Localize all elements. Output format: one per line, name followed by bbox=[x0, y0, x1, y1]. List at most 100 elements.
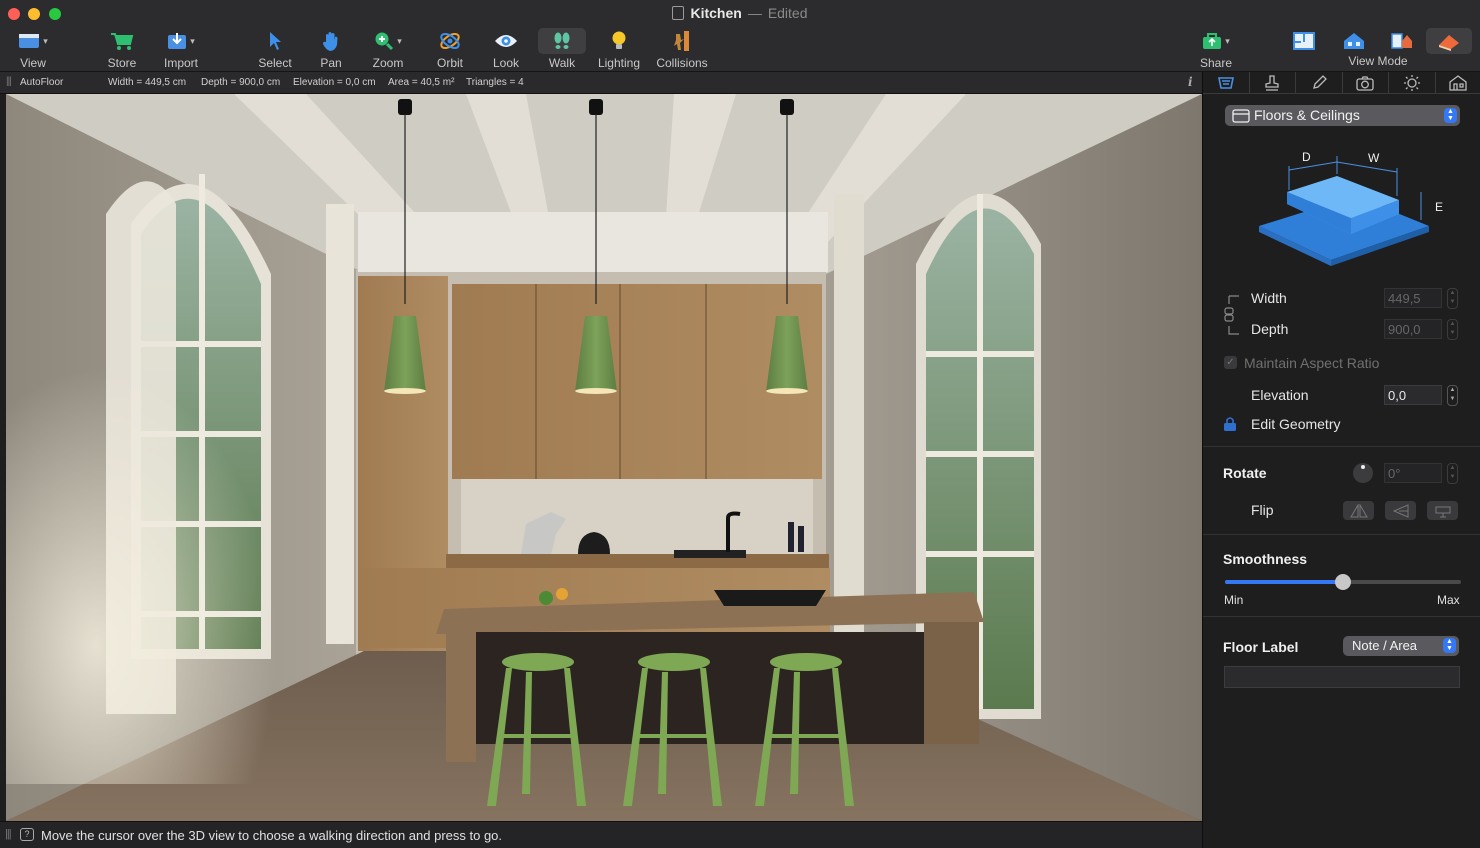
lighting-button[interactable]: Lighting bbox=[596, 28, 642, 70]
left-pillar bbox=[326, 204, 354, 644]
camera-icon bbox=[1356, 75, 1374, 91]
flip-vertical-button[interactable] bbox=[1385, 501, 1416, 520]
divider bbox=[1203, 534, 1480, 535]
depth-label: Depth bbox=[1251, 321, 1289, 337]
smoothness-slider-knob[interactable] bbox=[1335, 574, 1351, 590]
elevation-stepper[interactable]: ▲ ▼ bbox=[1447, 385, 1458, 406]
3d-view[interactable] bbox=[6, 94, 1202, 821]
depth-readout: Depth = 900,0 cm bbox=[201, 77, 281, 88]
kitchen-3d-render[interactable] bbox=[6, 94, 1202, 821]
smoothness-slider-fill bbox=[1225, 580, 1343, 584]
view-mode-elevation-button[interactable] bbox=[1426, 28, 1472, 54]
aspect-ratio-checkbox[interactable]: ✓ bbox=[1224, 356, 1237, 369]
info-icon[interactable]: i bbox=[1188, 75, 1193, 89]
import-button[interactable]: ▾ Import bbox=[158, 28, 204, 70]
tab-lighting[interactable] bbox=[1389, 72, 1436, 93]
flip-horizontal-icon bbox=[1349, 503, 1368, 517]
area-readout: Area = 40,5 m² bbox=[388, 77, 455, 88]
tab-style[interactable] bbox=[1250, 72, 1296, 93]
sunlight-patch bbox=[6, 324, 306, 784]
elevation-label: Elevation bbox=[1251, 387, 1309, 403]
zoom-tool-button[interactable]: ▾ Zoom bbox=[366, 28, 410, 70]
look-tool-button[interactable]: Look bbox=[488, 28, 524, 70]
resize-grip-icon[interactable]: ||| bbox=[5, 828, 12, 840]
object-icon bbox=[1217, 76, 1234, 89]
depth-stepper[interactable]: ▲ ▼ bbox=[1447, 319, 1458, 340]
cooktop bbox=[714, 590, 826, 606]
width-stepper[interactable]: ▲ ▼ bbox=[1447, 288, 1458, 309]
view-mode-2d-button[interactable] bbox=[1288, 28, 1320, 54]
flip-depth-icon bbox=[1435, 506, 1450, 517]
share-button[interactable]: ▾ Share bbox=[1196, 28, 1236, 70]
floor-dimension-diagram: D W E bbox=[1259, 150, 1443, 266]
lightbulb-icon bbox=[596, 28, 642, 54]
divider bbox=[1203, 446, 1480, 447]
pencil-icon bbox=[1312, 74, 1327, 89]
edit-geometry-button[interactable]: Edit Geometry bbox=[1251, 416, 1340, 432]
floor-label-title: Floor Label bbox=[1223, 639, 1299, 655]
flip-horizontal-button[interactable] bbox=[1343, 501, 1374, 520]
width-label: Width bbox=[1251, 290, 1287, 306]
import-icon: ▾ bbox=[158, 28, 204, 54]
object-name: AutoFloor bbox=[20, 77, 64, 88]
tab-camera[interactable] bbox=[1343, 72, 1389, 93]
triangles-readout: Triangles = 4 bbox=[466, 77, 524, 88]
resize-grip-icon[interactable]: ||| bbox=[6, 76, 12, 87]
inspector-panel: Floors & Ceilings ▲ ▼ D W E Width 449,5 ▲… bbox=[1202, 72, 1480, 848]
view-icon: ▾ bbox=[12, 28, 54, 54]
elevation-field[interactable]: 0,0 bbox=[1384, 385, 1442, 405]
floor-label-popup[interactable]: Note / Area ▲ ▼ bbox=[1343, 636, 1459, 656]
view-mode-3d-button[interactable] bbox=[1338, 28, 1370, 54]
view-mode-split-button[interactable] bbox=[1386, 28, 1418, 54]
floor-plan-icon bbox=[1288, 28, 1320, 54]
floor-category-icon bbox=[1232, 109, 1250, 123]
magnifier-plus-icon: ▾ bbox=[366, 28, 410, 54]
back-counter bbox=[446, 554, 829, 568]
split-view-icon bbox=[1386, 28, 1418, 54]
view-mode-label: View Mode bbox=[1348, 54, 1408, 68]
divider bbox=[1203, 616, 1480, 617]
collision-icon bbox=[654, 28, 710, 54]
tab-building[interactable] bbox=[1436, 72, 1480, 93]
hand-icon bbox=[312, 28, 350, 54]
collisions-button[interactable]: Collisions bbox=[654, 28, 710, 70]
width-field[interactable]: 449,5 bbox=[1384, 288, 1442, 308]
backsplash bbox=[461, 479, 813, 559]
orbit-tool-button[interactable]: Orbit bbox=[430, 28, 470, 70]
eye-icon bbox=[488, 28, 524, 54]
rotate-field[interactable]: 0° bbox=[1384, 463, 1442, 483]
flip-label: Flip bbox=[1251, 502, 1274, 518]
inspector-tabs bbox=[1203, 72, 1480, 94]
flip-vertical-icon bbox=[1392, 503, 1408, 518]
right-pillar bbox=[834, 194, 864, 654]
tab-materials[interactable] bbox=[1296, 72, 1343, 93]
slider-max-label: Max bbox=[1437, 593, 1460, 607]
diagram-d-label: D bbox=[1302, 150, 1311, 164]
arrow-cursor-icon bbox=[254, 28, 296, 54]
share-bag-icon: ▾ bbox=[1196, 28, 1236, 54]
building-icon bbox=[1449, 74, 1467, 91]
sun-icon bbox=[1403, 74, 1420, 91]
select-tool-button[interactable]: Select bbox=[254, 28, 296, 70]
diagram-w-label: W bbox=[1368, 151, 1380, 165]
category-popup[interactable]: Floors & Ceilings ▲ ▼ bbox=[1225, 105, 1460, 126]
rotate-stepper[interactable]: ▲ ▼ bbox=[1447, 463, 1458, 484]
smoothness-slider[interactable] bbox=[1225, 574, 1461, 590]
stamp-icon bbox=[1265, 74, 1279, 91]
document-icon bbox=[672, 6, 685, 20]
chain-link-icon bbox=[1224, 295, 1239, 335]
floor-label-text-field[interactable] bbox=[1224, 666, 1460, 688]
cart-icon bbox=[102, 28, 142, 54]
rotation-dial[interactable] bbox=[1353, 463, 1373, 483]
elevation-readout: Elevation = 0,0 cm bbox=[293, 77, 376, 88]
flip-depth-button[interactable] bbox=[1427, 501, 1458, 520]
house-3d-icon bbox=[1338, 28, 1370, 54]
popup-arrows-icon: ▲ ▼ bbox=[1444, 108, 1457, 123]
footsteps-icon bbox=[538, 28, 586, 54]
view-button[interactable]: ▾ View bbox=[12, 28, 54, 70]
store-button[interactable]: Store bbox=[102, 28, 142, 70]
walk-tool-button[interactable]: Walk bbox=[538, 28, 586, 70]
depth-field[interactable]: 900,0 bbox=[1384, 319, 1442, 339]
tab-object[interactable] bbox=[1203, 72, 1250, 93]
pan-tool-button[interactable]: Pan bbox=[312, 28, 350, 70]
